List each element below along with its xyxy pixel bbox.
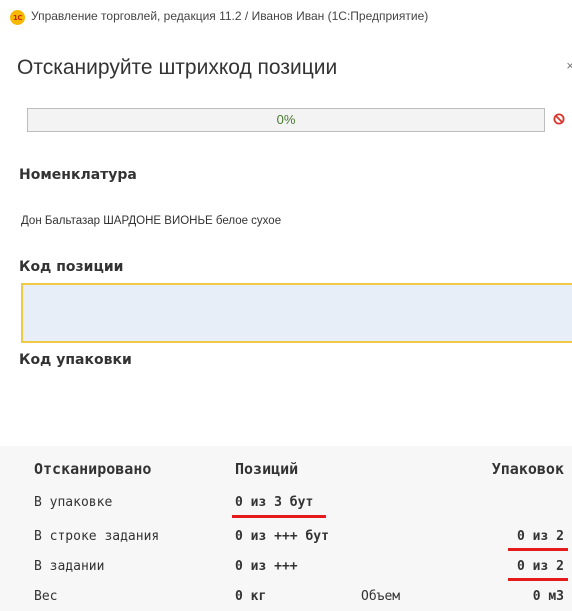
- package-code-label: Код упаковки: [19, 352, 132, 368]
- stats-row-label: В строке задания: [34, 529, 160, 544]
- title-bar: 1С Управление торговлей, редакция 11.2 /…: [0, 0, 572, 34]
- stats-row-packages: 0 из 2: [517, 559, 564, 574]
- dialog-window: 1С Управление торговлей, редакция 11.2 /…: [0, 0, 572, 611]
- position-code-label: Код позиции: [19, 259, 124, 275]
- stats-header-positions: Позиций: [235, 460, 299, 478]
- highlight-underline: [232, 515, 326, 518]
- highlight-underline: [508, 548, 568, 551]
- position-code-input[interactable]: [21, 283, 572, 343]
- stats-row-packages: 0 из 2: [517, 529, 564, 544]
- stats-row-label: Вес: [34, 589, 58, 604]
- stats-row-label: В упаковке: [34, 495, 113, 510]
- stats-row-packages: 0 м3: [532, 589, 564, 604]
- scan-stats-table: Отсканировано Позиций Упаковок В упаковк…: [0, 446, 572, 611]
- window-title: Управление торговлей, редакция 11.2 / Ив…: [31, 9, 429, 23]
- nomenclature-value: Дон Бальтазар ШАРДОНЕ ВИОНЬЕ белое сухое: [21, 215, 282, 227]
- form-title: Отсканируйте штрихкод позиции: [17, 56, 338, 79]
- stats-row-positions: 0 кг: [235, 589, 267, 604]
- stats-header-packages: Упаковок: [491, 460, 564, 478]
- highlight-underline: [508, 578, 568, 581]
- stats-volume-label: Объем: [361, 589, 401, 604]
- stats-row-label: В задании: [34, 559, 105, 574]
- stats-row-positions: 0 из +++ бут: [235, 529, 329, 544]
- progress-text: 0%: [276, 112, 296, 127]
- cancel-icon[interactable]: [553, 113, 565, 125]
- nomenclature-label: Номенклатура: [19, 167, 137, 183]
- stats-header-scanned: Отсканировано: [34, 460, 152, 478]
- progress-bar: 0%: [27, 108, 545, 132]
- app-logo-icon: 1С: [10, 10, 25, 25]
- stats-row-positions: 0 из 3 бут: [235, 495, 314, 510]
- stats-row-positions: 0 из +++: [235, 559, 298, 574]
- close-icon[interactable]: ×: [566, 58, 572, 73]
